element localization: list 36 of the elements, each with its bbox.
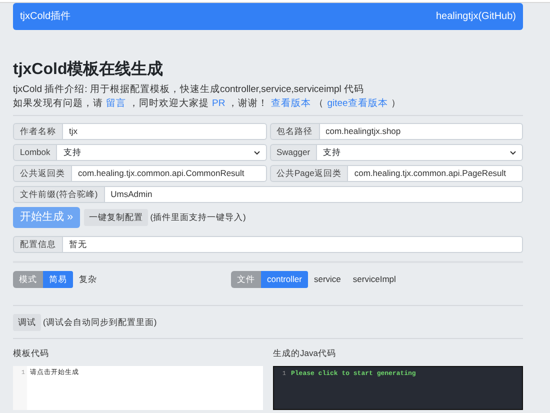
github-link[interactable]: healingtjx(GitHub) [436,9,516,24]
input-field[interactable]: com.healing.tjx.common.api.PageResult [348,165,523,182]
page-title: tjxCold模板在线生成 [13,60,164,80]
debug-button[interactable]: 调试 [13,314,41,331]
option-button[interactable]: serviceImpl [346,271,402,288]
group-label: 文件 [231,271,261,288]
field-label: Lombok [13,144,58,161]
field-label: 作者名称 [13,123,63,140]
select-field[interactable]: 支持 [57,144,266,161]
select-field[interactable]: 支持 [317,144,523,161]
group-label: 模式 [13,271,43,288]
notice-text: 如果发现有问题，请 留言 ，同时欢迎大家提 PR ，谢谢！ 查看版本 （ gitee查看版本 ） [13,97,402,111]
field-label: 文件前缀(符合驼峰) [13,186,105,203]
intro-text: tjxCold 插件介绍: 用于根据配置模板，快速生成controller,service,serviceimpl 代码 [13,83,366,97]
field-label: 配置信息 [13,236,63,253]
option-button[interactable]: 简易 [43,271,73,288]
input-field[interactable]: com.healing.tjx.common.api.CommonResult [72,165,266,182]
field-label: 公共Page返回类 [270,165,348,182]
input-field[interactable]: UmsAdmin [104,186,523,203]
navbar-brand[interactable]: tjxCold插件 [20,9,71,24]
copy-config-button[interactable]: 一键复制配置 [84,209,148,226]
option-button[interactable]: 复杂 [73,271,103,288]
field-label: 公共返回类 [13,165,72,182]
chevron-down-icon [510,150,516,154]
debug-hint: (调试会自动同步到配置里面) [43,316,157,329]
copy-hint: (插件里面支持一键导入) [150,211,246,224]
field-label: 包名路径 [270,123,320,140]
input-field[interactable]: tjx [63,123,266,140]
field-label: Swagger [270,144,318,161]
editor-title: 模板代码 [13,347,50,360]
option-button[interactable]: controller [261,271,308,288]
option-button[interactable]: service [308,271,347,288]
input-field[interactable]: 暂无 [63,236,523,253]
input-field[interactable]: com.healingtjx.shop [320,123,523,140]
editor-title: 生成的Java代码 [273,347,337,360]
chevron-down-icon [254,150,260,154]
